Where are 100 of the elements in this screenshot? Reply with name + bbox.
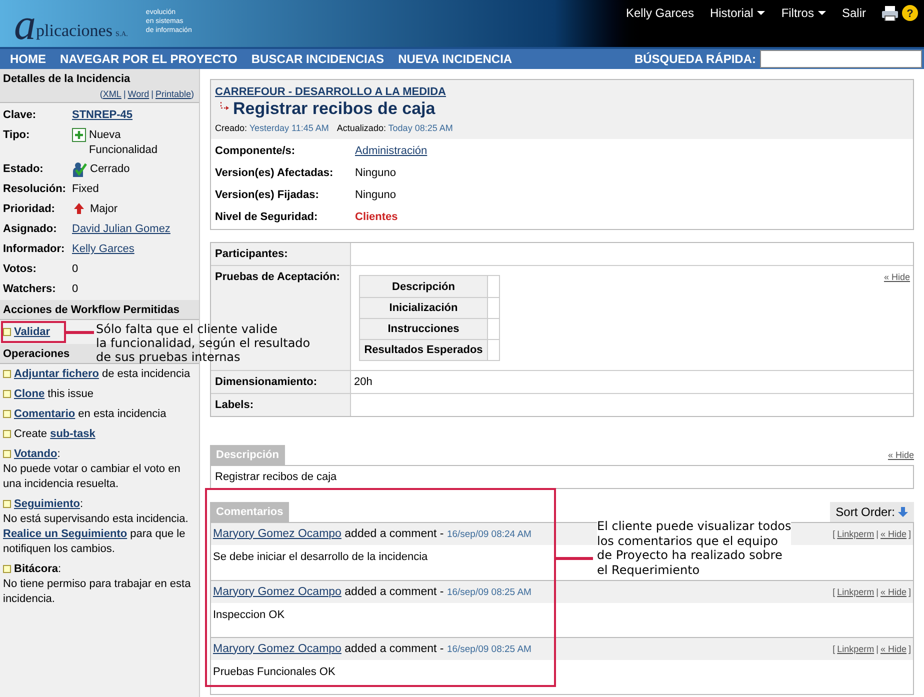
leader-line [556, 557, 593, 560]
hide-link[interactable]: « Hide [884, 270, 910, 366]
operation-link[interactable]: Comentario [14, 408, 76, 420]
created-text: Creado: Yesterday 11:45 AM [215, 122, 329, 135]
field-value: 0 [72, 262, 78, 277]
comment-action-link[interactable]: « Hide [880, 527, 906, 541]
author-link[interactable]: Maryory Gomez Ocampo [213, 642, 342, 654]
operation-link[interactable]: Realice un Seguimiento [3, 528, 128, 540]
bullet-icon [3, 390, 11, 398]
field-label: Tipo: [3, 128, 31, 143]
bracket-text: ] [908, 586, 911, 599]
field-value: Major [90, 202, 118, 217]
operation-note: No puede votar o cambiar el voto en una incidencia resuelta. [3, 462, 182, 492]
operation-text: Seguimiento: [3, 497, 196, 512]
author-link[interactable]: Maryory Gomez Ocampo [213, 528, 342, 540]
field-label: Version(es) Fijadas: [215, 188, 320, 202]
up-arrow-icon [74, 203, 84, 214]
operation-text: Clone this issue [3, 387, 196, 402]
component-link[interactable]: Administración [355, 144, 428, 158]
bracket-text: [ [832, 643, 836, 656]
operation-text: Create sub-task [3, 427, 196, 442]
field-label: Prioridad: [3, 202, 56, 217]
operation-link[interactable]: Clone [14, 388, 45, 400]
operation-link[interactable]: Adjuntar fichero [14, 368, 99, 380]
down-arrow-icon [898, 507, 908, 517]
nav-link[interactable]: NUEVA INCIDENCIA [398, 50, 512, 68]
quick-search-label: BÚSQUEDA RÁPIDA: [634, 51, 756, 68]
highlight-frame [1, 321, 66, 343]
comment-action-link[interactable]: « Hide [880, 642, 906, 656]
separator-text: | [876, 586, 878, 599]
field-label: Version(es) Afectadas: [215, 166, 334, 180]
help-icon: ? [902, 4, 918, 20]
table-header-cell: Descripción [360, 276, 488, 297]
print-icon [882, 4, 898, 20]
operation-text: Bitácora: [3, 562, 196, 577]
author-link[interactable]: Maryory Gomez Ocampo [213, 586, 342, 598]
bullet-icon [3, 430, 11, 438]
updated-text: Actualizado: Today 08:25 AM [336, 122, 453, 135]
comment-byline: Maryory Gomez Ocampo added a comment - 16/sep/09 08:25 AM [213, 584, 532, 600]
description-text: Registrar recibos de caja [215, 470, 338, 484]
annotation-text: Sólo falta que el cliente valide la funcionalidad, según el resultado de sus pruebas internas [96, 322, 312, 364]
menu-link[interactable]: Historial [710, 4, 766, 22]
section-title: Detalles de la Incidencia [3, 72, 132, 87]
field-label: Resolución: [3, 182, 67, 197]
logo-letter: a [14, 4, 36, 44]
format-link[interactable]: XML [102, 88, 122, 98]
operation-link[interactable]: sub-task [50, 428, 96, 440]
table-header-cell: Inicialización [360, 298, 488, 318]
hide-link[interactable]: « Hide [888, 447, 914, 463]
operation-text: Votando: [3, 447, 196, 462]
bullet-icon [3, 370, 11, 378]
bracket-text: [ [832, 528, 836, 541]
separator-text: | [876, 528, 878, 541]
comment-body: Se debe iniciar el desarrollo de la incidencia [212, 550, 429, 564]
field-label: Pruebas de Aceptación: [215, 271, 340, 283]
project-link[interactable]: CARREFOUR - DESARROLLO A LA MEDIDA [215, 85, 446, 99]
comment-action-link[interactable]: Linkperm [837, 642, 874, 656]
annotation-text: El cliente puede visualizar todos los comentarios que el equipo de Proyecto ha realizado sobre el Requerimiento [597, 519, 792, 577]
field-label: Votos: [3, 262, 38, 277]
field-value: Ninguno [355, 188, 396, 202]
separator-text: | [123, 88, 126, 98]
bracket-text: [ [832, 586, 836, 599]
menu-link[interactable]: Kelly Garces [626, 4, 694, 22]
user-link[interactable]: Kelly Garces [72, 242, 134, 257]
operation-link[interactable]: Votando [14, 448, 58, 460]
sort-order-button[interactable]: Sort Order: [830, 502, 914, 522]
bracket-text: ] [908, 528, 911, 541]
nav-link[interactable]: BUSCAR INCIDENCIAS [251, 50, 384, 68]
user-check-icon [72, 162, 87, 177]
table-header-cell: Resultados Esperados [360, 340, 488, 360]
comment-body: Pruebas Funcionales OK [212, 665, 336, 679]
comment-action-link[interactable]: Linkperm [837, 585, 874, 599]
field-label: Informador: [3, 242, 66, 257]
operation-note: No tiene permiso para trabajar en esta incidencia. [3, 577, 192, 607]
field-label: Watchers: [3, 282, 57, 297]
subtask-icon [219, 102, 229, 112]
workflow-action-link[interactable]: Validar [14, 326, 50, 338]
quick-search-field[interactable] [760, 50, 922, 68]
format-link[interactable]: Word [128, 88, 150, 98]
section-title: Operaciones [3, 348, 70, 360]
field-value: 0 [72, 282, 78, 297]
caret-icon [818, 10, 826, 14]
section-title: Acciones de Workflow Permitidas [3, 304, 180, 316]
format-link[interactable]: Printable [155, 88, 191, 98]
field-label: Asignado: [3, 222, 58, 237]
nav-link[interactable]: NAVEGAR POR EL PROYECTO [60, 50, 238, 68]
user-link[interactable]: David Julian Gomez [72, 222, 170, 237]
menu-link[interactable]: Salir [842, 4, 866, 22]
leader-line [66, 331, 94, 334]
comment-action-link[interactable]: « Hide [880, 585, 906, 599]
operation-text: Adjuntar fichero de esta incidencia [3, 367, 196, 382]
comment-action-link[interactable]: Linkperm [837, 527, 874, 541]
nav-link[interactable]: HOME [10, 50, 46, 68]
field-value: Fixed [72, 182, 99, 197]
bullet-icon [3, 450, 11, 458]
operation-link[interactable]: Seguimiento [14, 498, 80, 510]
menu-link[interactable]: Filtros [781, 4, 826, 22]
field-label: Componente/s: [215, 144, 296, 158]
issue-key-link[interactable]: STNREP-45 [72, 108, 133, 123]
field-label: Participantes: [215, 248, 288, 260]
